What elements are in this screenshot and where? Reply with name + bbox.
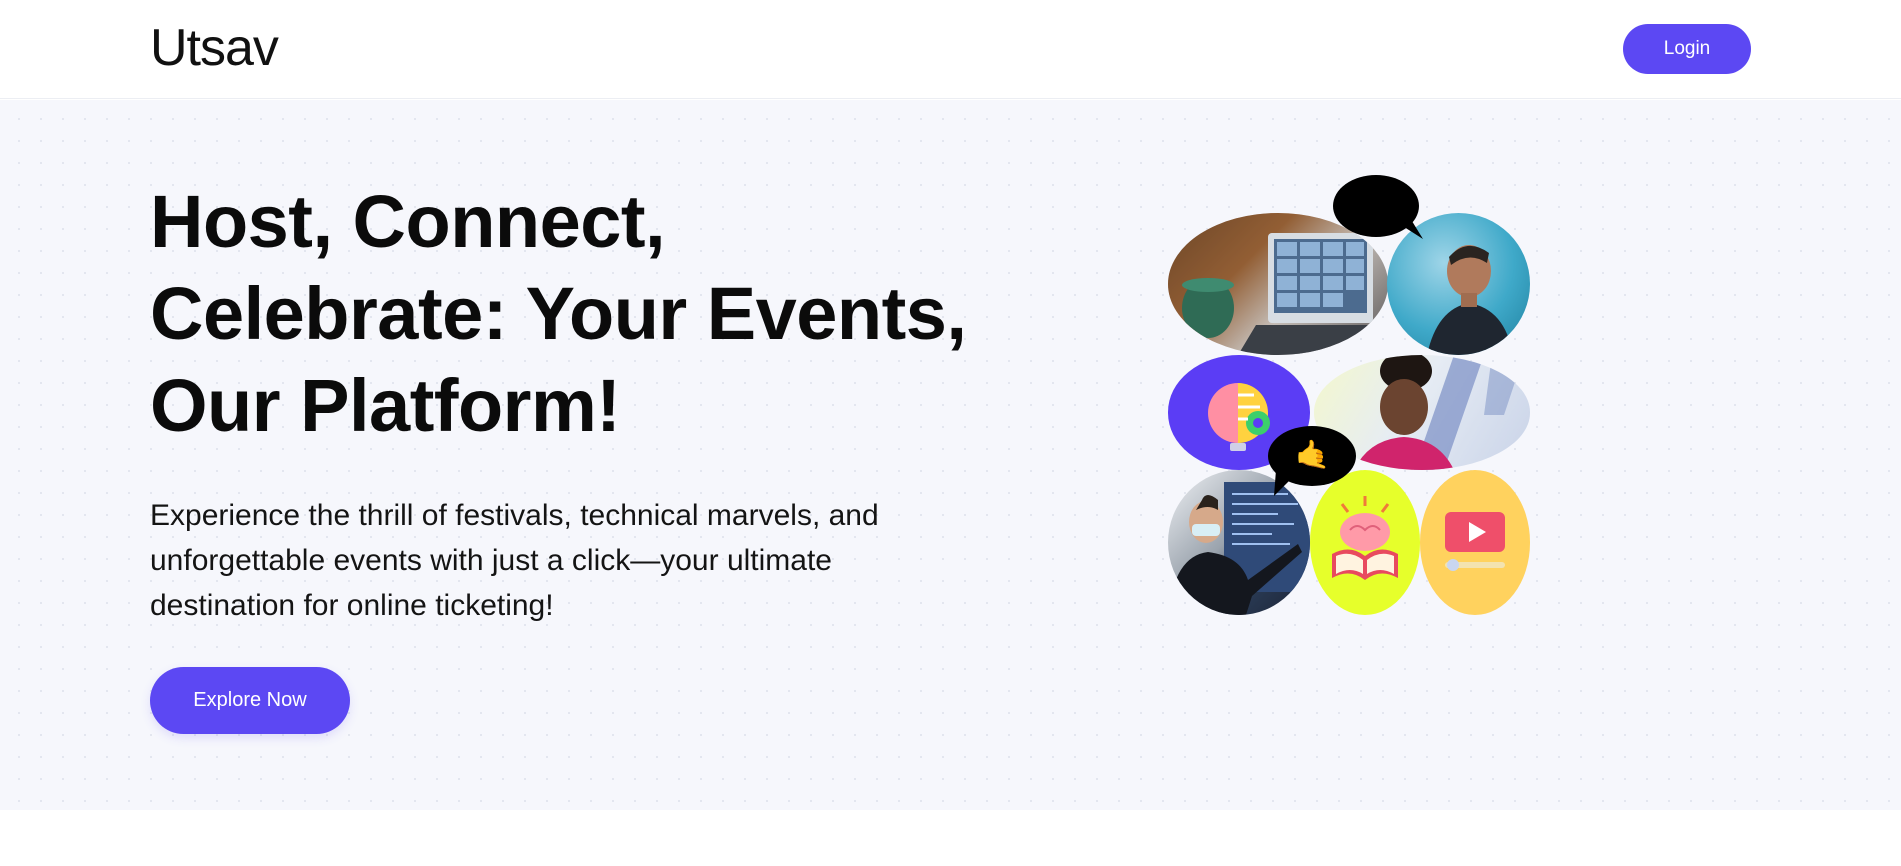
heart-eyes-emoji-bubble: 😍 [1333, 175, 1423, 239]
hero-title: Host, Connect, Celebrate: Your Events, O… [150, 180, 967, 447]
login-button[interactable]: Login [1623, 24, 1751, 74]
site-header: Utsav Login [0, 0, 1901, 99]
video-play-icon [1420, 470, 1530, 615]
hand-emoji: 🤙 [1295, 439, 1330, 470]
hero-collage: 😍 🤙 [1168, 170, 1533, 615]
logo[interactable]: Utsav [150, 18, 279, 78]
explore-now-button[interactable]: Explore Now [150, 667, 350, 734]
heart-eyes-emoji: 😍 [1357, 189, 1389, 222]
hand-emoji-bubble: 🤙 [1268, 426, 1356, 496]
hero-subtitle: Experience the thrill of festivals, tech… [150, 499, 879, 622]
